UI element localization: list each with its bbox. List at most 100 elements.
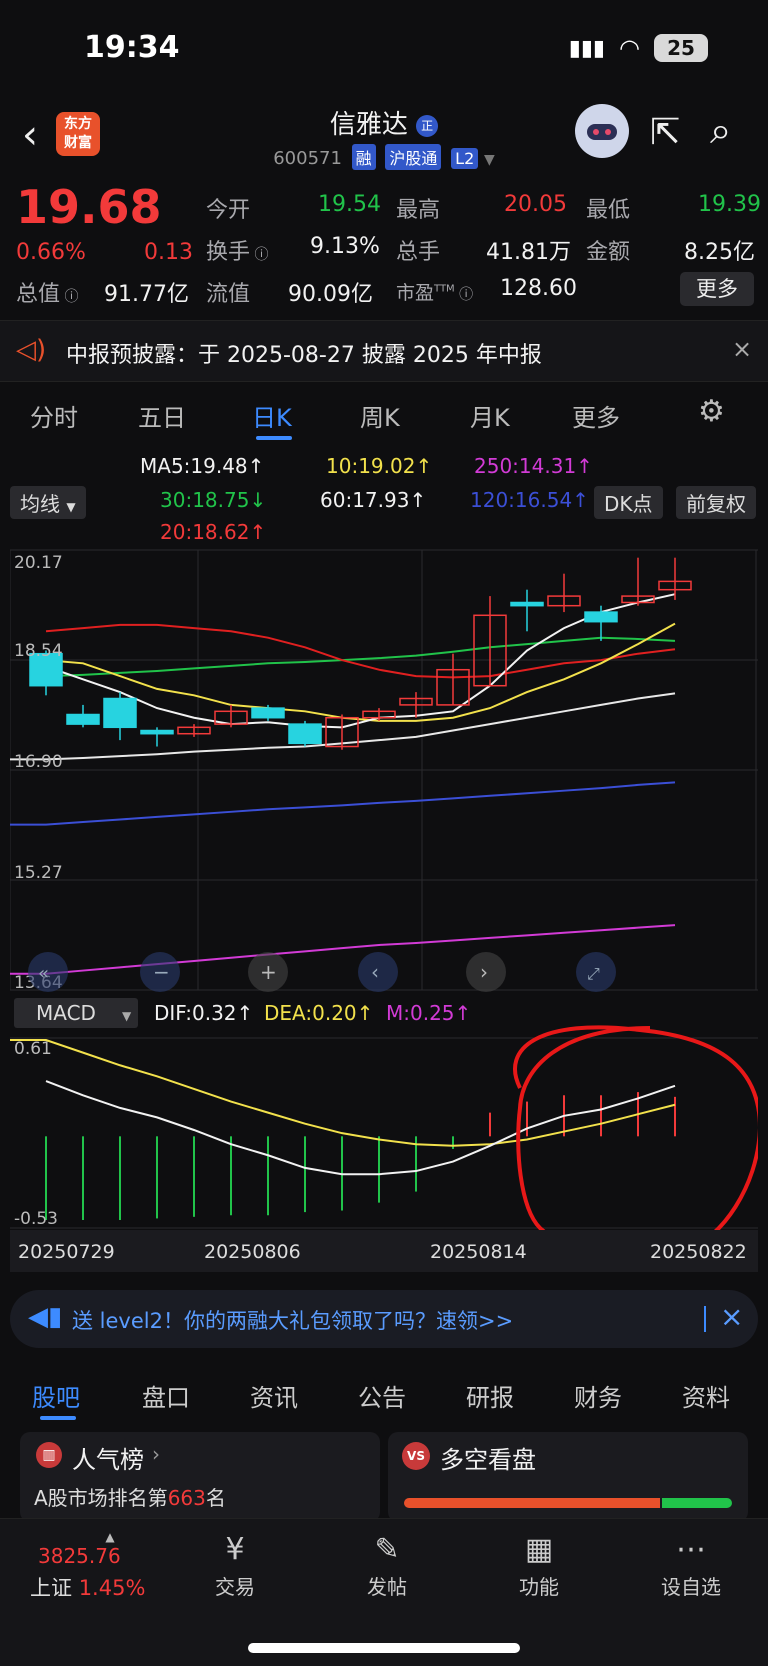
current-price: 19.68 — [16, 180, 162, 234]
tab-financials[interactable]: 财务 — [574, 1378, 622, 1413]
ma30-label: 30:18.75↓ — [160, 488, 267, 512]
tabbar-watchlist[interactable]: ⋯ 设自选 — [646, 1532, 736, 1600]
chevron-right-glyph: › — [480, 960, 488, 984]
high-label: 最高 — [396, 198, 441, 223]
active-tab-underline — [40, 1416, 76, 1420]
tabbar-post[interactable]: ✎ 发帖 — [342, 1532, 432, 1600]
tab-announcements[interactable]: 公告 — [358, 1378, 406, 1413]
active-tab-underline — [256, 436, 292, 440]
adjust-button[interactable]: 前复权 — [676, 486, 756, 519]
info-icon[interactable]: ⓘ — [250, 247, 268, 263]
chevron-down-icon: ▼ — [122, 1009, 132, 1023]
tab-news[interactable]: 资讯 — [250, 1378, 298, 1413]
double-chevron-left-glyph: « — [38, 963, 49, 984]
search-icon[interactable]: ⌕ — [710, 108, 731, 153]
high-value: 20.05 — [504, 192, 567, 217]
bull-bear-card[interactable]: VS 多空看盘 — [388, 1432, 748, 1522]
content-tabs: 股吧 盘口 资讯 公告 研报 财务 资料 — [0, 1360, 768, 1430]
status-time: 19:34 — [84, 30, 180, 65]
chevron-left-glyph: ‹ — [371, 960, 379, 984]
turnover-label: 换手 ⓘ — [206, 234, 268, 266]
tabbar-post-label: 发帖 — [367, 1575, 407, 1599]
tabbar-trade[interactable]: ¥ 交易 — [190, 1532, 280, 1600]
candle-body — [103, 697, 137, 729]
ma60-label: 60:17.93↑ — [320, 488, 427, 512]
tabbar-functions[interactable]: ▦ 功能 — [494, 1532, 584, 1600]
y-label-4: 15.27 — [14, 863, 63, 883]
info-icon[interactable]: ⓘ — [455, 287, 473, 303]
volume-value: 41.81万 — [486, 240, 571, 265]
kline-chart[interactable]: 20.17 18.54 16.90 15.27 13.64 « − + ‹ › … — [10, 548, 758, 1278]
ma-selector-text: 均线 — [20, 492, 60, 516]
tabbar-functions-label: 功能 — [519, 1575, 559, 1599]
candle-body — [140, 729, 174, 735]
rank-prefix: A股市场排名第 — [34, 1486, 168, 1510]
rank-number: 663 — [167, 1486, 206, 1510]
minus-glyph: − — [153, 960, 170, 984]
speaker-icon: ◁) — [16, 335, 47, 365]
y-label-top: 20.17 — [14, 553, 63, 573]
share-icon[interactable]: ⇱ — [650, 112, 680, 153]
ai-assistant-avatar[interactable] — [575, 104, 629, 158]
change-pct: 0.66% — [16, 240, 86, 265]
plus-glyph: + — [260, 960, 277, 984]
m-label: M:0.25↑ — [386, 1001, 471, 1025]
tab-monthly-k[interactable]: 月K — [470, 398, 510, 433]
settings-icon[interactable]: ⚙ — [698, 394, 725, 429]
promo-text: 送 level2！你的两融大礼包领取了吗？速领>> — [72, 1309, 514, 1333]
bull-bar — [404, 1498, 660, 1508]
tab-profile[interactable]: 资料 — [682, 1378, 730, 1413]
change-amount: 0.13 — [144, 240, 193, 265]
tab-intraday[interactable]: 分时 — [30, 398, 78, 433]
tabbar-watchlist-label: 设自选 — [661, 1575, 721, 1599]
y-label-3: 16.90 — [14, 752, 63, 772]
tab-order-book[interactable]: 盘口 — [142, 1378, 190, 1413]
macd-top-label: 0.61 — [14, 1039, 52, 1059]
amount-label: 金额 — [586, 240, 631, 265]
candle-body — [288, 723, 322, 745]
date-label-4: 20250822 — [650, 1241, 747, 1263]
info-icon[interactable]: ⓘ — [60, 289, 78, 305]
mcap-label: 总值 ⓘ — [16, 276, 78, 308]
robot-icon — [587, 124, 617, 140]
y-label-2: 18.54 — [14, 641, 63, 661]
chevron-down-icon: ▼ — [66, 500, 76, 514]
dk-point-button[interactable]: DK点 — [594, 486, 663, 519]
macd-selector-text: MACD — [36, 1001, 96, 1025]
ma120-label: 120:16.54↑ — [470, 488, 589, 512]
chevron-down-icon[interactable]: ▼ — [484, 152, 495, 168]
index-name: 上证 — [30, 1576, 72, 1600]
date-label-2: 20250806 — [204, 1241, 301, 1263]
bull-bear-title: 多空看盘 — [440, 1446, 536, 1474]
tab-research[interactable]: 研报 — [466, 1378, 514, 1413]
notice-bar[interactable]: ◁) 中报预披露：于 2025-08-27 披露 2025 年中报 × — [0, 320, 768, 382]
ma-selector[interactable]: 均线 ▼ — [10, 486, 86, 519]
more-button[interactable]: 更多 — [680, 272, 754, 306]
tab-guba[interactable]: 股吧 — [32, 1378, 80, 1413]
popularity-rank-text: A股市场排名第663名 — [34, 1482, 226, 1511]
index-pct: 1.45% — [78, 1576, 146, 1600]
battery-icon: 25 — [654, 34, 708, 62]
wifi-icon: ◠ — [619, 34, 640, 62]
tab-more[interactable]: 更多 — [572, 398, 620, 433]
edit-icon: ✎ — [374, 1532, 400, 1567]
float-label: 流值 — [206, 282, 251, 307]
expand-glyph: ⤢ — [587, 964, 600, 983]
promo-banner[interactable]: ◀▮ 送 level2！你的两融大礼包领取了吗？速领>> × — [10, 1290, 758, 1348]
open-label: 今开 — [206, 198, 251, 223]
signal-icon: ▮▮▮ — [568, 35, 606, 61]
close-icon[interactable]: × — [732, 335, 752, 363]
popularity-card[interactable]: ▥ 人气榜 › A股市场排名第663名 — [20, 1432, 380, 1522]
close-icon[interactable]: × — [720, 1300, 743, 1333]
ma10-label: 10:19.02↑ — [326, 454, 433, 478]
dif-label: DIF:0.32↑ — [154, 1001, 253, 1025]
index-widget[interactable]: ▲ 3825.76 上证 1.45% — [30, 1530, 160, 1602]
tab-five-day[interactable]: 五日 — [138, 398, 186, 433]
low-label: 最低 — [586, 198, 631, 223]
volume-label: 总手 — [396, 240, 441, 265]
stock-name-text: 信雅达 — [329, 110, 408, 140]
tab-weekly-k[interactable]: 周K — [360, 398, 400, 433]
tab-daily-k[interactable]: 日K — [252, 398, 292, 433]
tag-connect: 沪股通 — [385, 144, 442, 170]
candle-body — [251, 707, 285, 719]
